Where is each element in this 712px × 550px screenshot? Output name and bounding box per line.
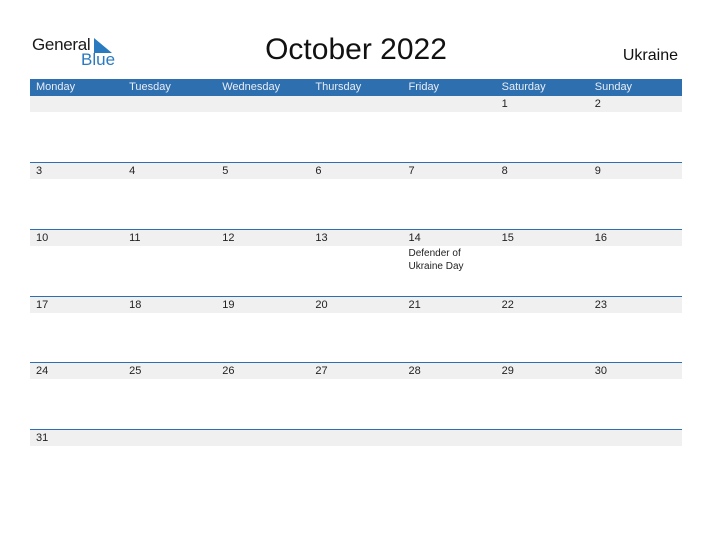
day-cell: 14 Defender of Ukraine Day xyxy=(403,230,496,297)
day-number: 14 xyxy=(408,232,421,244)
day-number: 20 xyxy=(315,299,328,311)
holiday-label: Defender of Ukraine Day xyxy=(408,248,464,272)
day-cell: 19 xyxy=(216,297,309,364)
day-cell xyxy=(123,96,216,163)
week-cells: 31 xyxy=(30,430,682,497)
country-label: Ukraine xyxy=(622,47,678,64)
day-number: 24 xyxy=(36,365,49,377)
day-cell: 4 xyxy=(123,163,216,230)
week-row: 3 4 5 6 7 8 9 xyxy=(30,162,682,230)
weekday-saturday: Saturday xyxy=(501,81,546,93)
day-number: 8 xyxy=(501,165,508,177)
day-cell xyxy=(216,96,309,163)
day-cell: 18 xyxy=(123,297,216,364)
day-cell: 16 xyxy=(589,230,682,297)
day-cell: 15 xyxy=(496,230,589,297)
day-cell: 10 xyxy=(30,230,123,297)
day-cell xyxy=(496,430,589,497)
calendar-title: October 2022 xyxy=(265,33,447,66)
day-number: 22 xyxy=(501,299,514,311)
day-number: 18 xyxy=(129,299,142,311)
day-cell: 6 xyxy=(309,163,402,230)
day-number: 3 xyxy=(36,165,43,177)
day-cell: 11 xyxy=(123,230,216,297)
day-cell: 25 xyxy=(123,363,216,430)
day-number: 2 xyxy=(594,98,601,110)
day-cell xyxy=(216,430,309,497)
day-number: 7 xyxy=(408,165,415,177)
day-number: 12 xyxy=(222,232,235,244)
day-cell: 21 xyxy=(403,297,496,364)
week-cells: 17 18 19 20 21 22 23 xyxy=(30,297,682,364)
day-number: 16 xyxy=(594,232,607,244)
day-cell: 13 xyxy=(309,230,402,297)
week-row: 12 xyxy=(30,96,682,163)
day-cell: 31 xyxy=(30,430,123,497)
weekday-tuesday: Tuesday xyxy=(129,81,171,93)
day-number: 21 xyxy=(408,299,421,311)
day-number: 4 xyxy=(129,165,136,177)
weekday-friday: Friday xyxy=(408,81,440,93)
day-number: 13 xyxy=(315,232,328,244)
day-cell: 29 xyxy=(496,363,589,430)
day-number: 17 xyxy=(36,299,49,311)
week-cells: 24 25 26 27 28 29 30 xyxy=(30,363,682,430)
day-number: 27 xyxy=(315,365,328,377)
day-cell xyxy=(403,96,496,163)
day-cell: 30 xyxy=(589,363,682,430)
weekday-wednesday: Wednesday xyxy=(222,81,281,93)
day-number: 1 xyxy=(501,98,508,110)
day-cell xyxy=(123,430,216,497)
day-cell xyxy=(30,96,123,163)
day-number: 25 xyxy=(129,365,142,377)
day-number: 15 xyxy=(501,232,514,244)
day-cell: 24 xyxy=(30,363,123,430)
week-cells: 3 4 5 6 7 8 9 xyxy=(30,163,682,230)
day-cell: 20 xyxy=(309,297,402,364)
week-row: 31 xyxy=(30,429,682,497)
day-cell: 27 xyxy=(309,363,402,430)
week-row: 10 11 12 13 14 Defender of Ukraine Day 15 16 xyxy=(30,229,682,297)
day-number: 30 xyxy=(594,365,607,377)
day-number: 10 xyxy=(36,232,49,244)
day-cell: 17 xyxy=(30,297,123,364)
day-cell xyxy=(309,430,402,497)
day-number: 29 xyxy=(501,365,514,377)
day-cell: 12 xyxy=(216,230,309,297)
day-cell: 7 xyxy=(403,163,496,230)
weekday-thursday: Thursday xyxy=(315,81,362,93)
weekday-monday: Monday xyxy=(36,81,76,93)
day-cell: 1 xyxy=(496,96,589,163)
day-cell: 3 xyxy=(30,163,123,230)
weekday-sunday: Sunday xyxy=(594,81,633,93)
day-number: 11 xyxy=(129,232,141,244)
week-row: 24 25 26 27 28 29 30 xyxy=(30,362,682,430)
day-number: 26 xyxy=(222,365,235,377)
day-cell: 22 xyxy=(496,297,589,364)
day-cell: 2 xyxy=(589,96,682,163)
day-cell xyxy=(403,430,496,497)
day-number: 9 xyxy=(594,165,601,177)
day-number: 31 xyxy=(36,432,49,444)
day-number: 6 xyxy=(315,165,322,177)
day-cell: 5 xyxy=(216,163,309,230)
day-number: 19 xyxy=(222,299,235,311)
day-cell: 28 xyxy=(403,363,496,430)
week-row: 17 18 19 20 21 22 23 xyxy=(30,296,682,364)
day-number: 23 xyxy=(594,299,607,311)
weekday-header: Monday Tuesday Wednesday Thursday Friday… xyxy=(30,79,682,96)
day-cell: 23 xyxy=(589,297,682,364)
week-cells: 10 11 12 13 14 Defender of Ukraine Day 15 16 xyxy=(30,230,682,297)
day-cell xyxy=(309,96,402,163)
week-cells: 12 xyxy=(30,96,682,163)
day-cell xyxy=(589,430,682,497)
day-cell: 8 xyxy=(496,163,589,230)
day-cell: 26 xyxy=(216,363,309,430)
day-number: 5 xyxy=(222,165,229,177)
day-cell: 9 xyxy=(589,163,682,230)
day-number: 28 xyxy=(408,365,421,377)
